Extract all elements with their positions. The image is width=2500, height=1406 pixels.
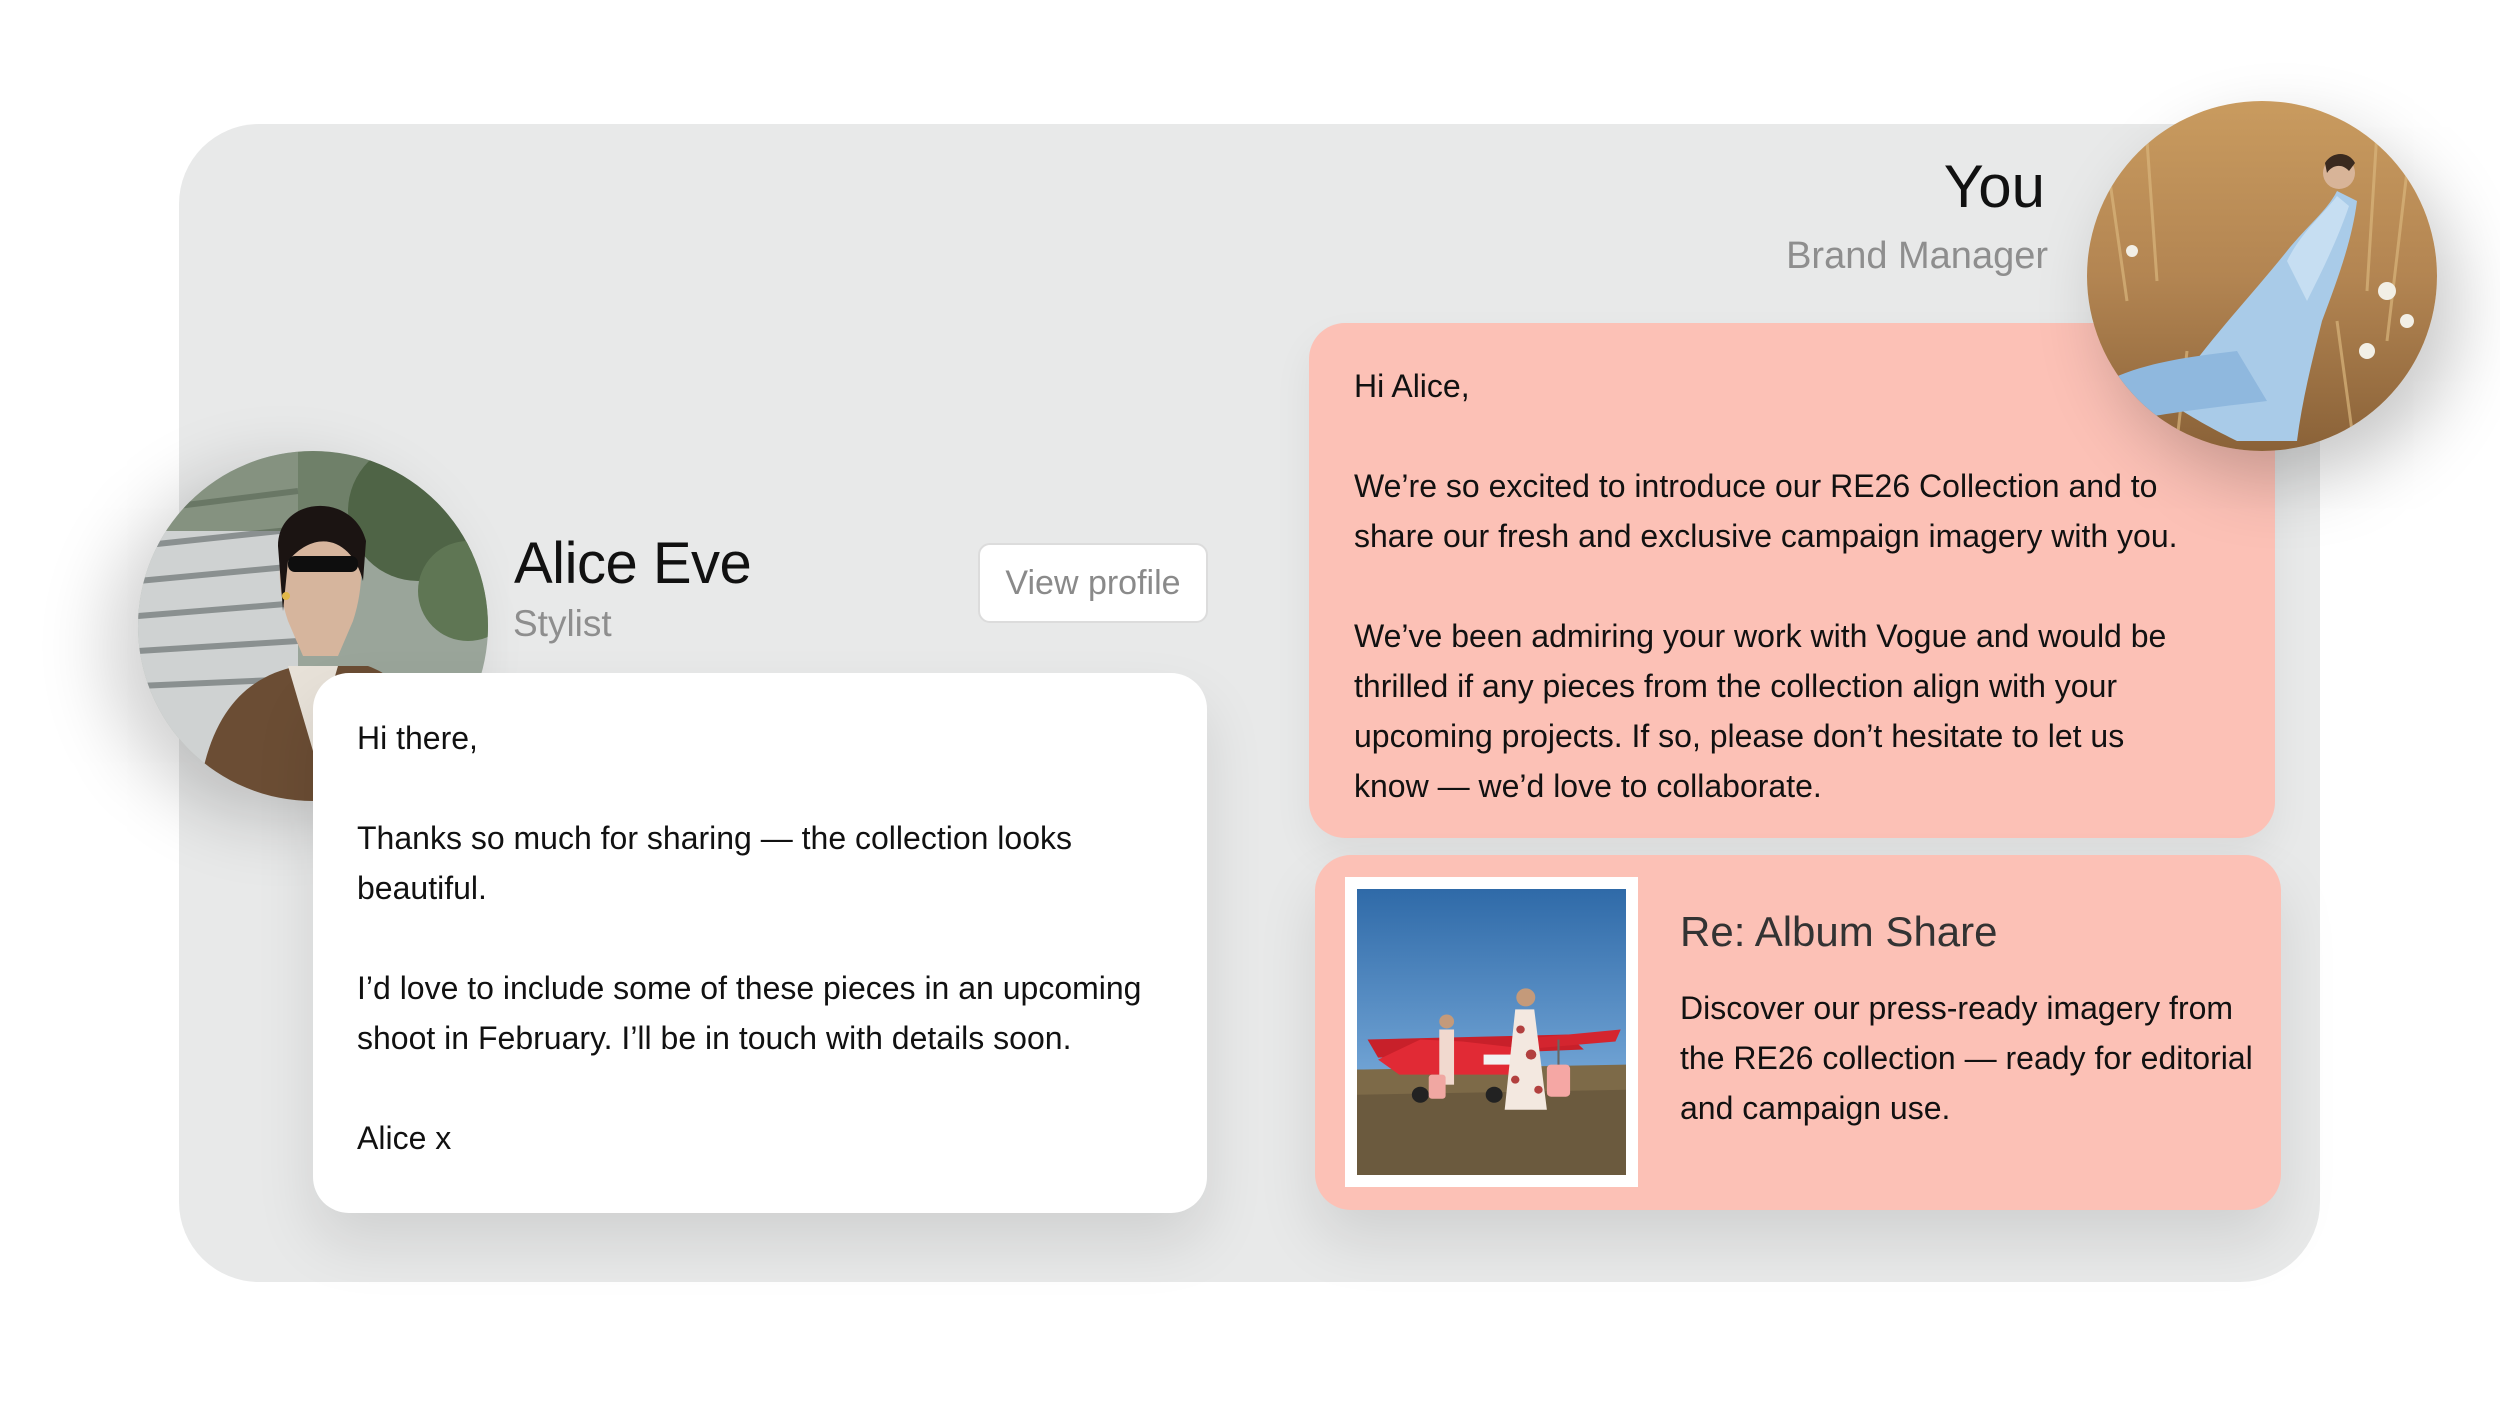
message-paragraph: I’d love to include some of these pieces… (357, 970, 1142, 1056)
self-avatar (2087, 101, 2437, 451)
album-share-title: Re: Album Share (1680, 908, 1998, 955)
album-share-card[interactable]: Re: Album Share Discover our press-ready… (1315, 855, 2281, 1210)
message-paragraph: We’ve been admiring your work with Vogue… (1354, 618, 2167, 804)
chat-showcase: You Brand Manager Hi Alice, We’re so exc… (0, 0, 2500, 1406)
message-paragraph: Thanks so much for sharing — the collect… (357, 820, 1072, 906)
contact-role: Stylist (513, 603, 612, 644)
outgoing-message: Hi Alice, We’re so excited to introduce … (1309, 323, 2275, 838)
incoming-message: Hi there, Thanks so much for sharing — t… (313, 673, 1207, 1213)
self-role: Brand Manager (1786, 235, 2048, 277)
view-profile-button[interactable]: View profile (978, 543, 1208, 623)
album-share-description: Discover our press-ready imagery from th… (1680, 990, 2253, 1126)
self-name: You (1943, 153, 2045, 220)
message-paragraph: Hi Alice, (1354, 368, 1470, 404)
message-paragraph: Hi there, (357, 720, 478, 756)
album-thumbnail[interactable] (1345, 877, 1638, 1187)
message-paragraph: We’re so excited to introduce our RE26 C… (1354, 468, 2178, 554)
message-paragraph: Alice x (357, 1120, 452, 1156)
contact-name: Alice Eve (514, 531, 752, 596)
